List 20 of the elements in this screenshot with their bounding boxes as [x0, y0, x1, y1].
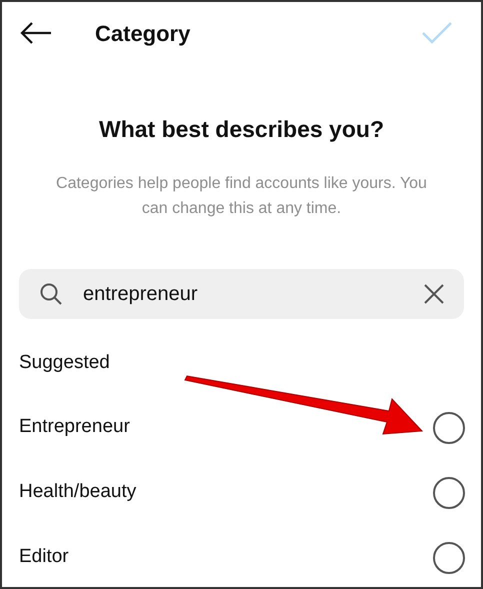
option-label: Entrepreneur: [19, 415, 130, 440]
option-label: Editor: [19, 545, 69, 570]
option-label: Health/beauty: [19, 480, 136, 504]
clear-button[interactable]: [424, 284, 444, 304]
radio-button[interactable]: [433, 542, 465, 574]
radio-button[interactable]: [433, 412, 465, 444]
category-option[interactable]: Editor: [2, 525, 481, 587]
back-arrow-icon: [20, 22, 52, 44]
checkmark-icon: [421, 21, 453, 45]
search-field[interactable]: entrepreneur: [19, 268, 464, 318]
page-title: Category: [95, 20, 190, 48]
search-value: entrepreneur: [83, 282, 198, 306]
close-icon: [424, 284, 444, 304]
category-option[interactable]: Entrepreneur: [2, 395, 481, 460]
section-title: Suggested: [19, 350, 111, 374]
heading: What best describes you?: [98, 115, 385, 144]
description: Categories help people find accounts like yours. You can change this at any time.: [55, 174, 428, 218]
radio-button[interactable]: [433, 476, 465, 508]
category-option[interactable]: Health/beauty: [2, 460, 481, 525]
search-icon: [39, 282, 63, 306]
